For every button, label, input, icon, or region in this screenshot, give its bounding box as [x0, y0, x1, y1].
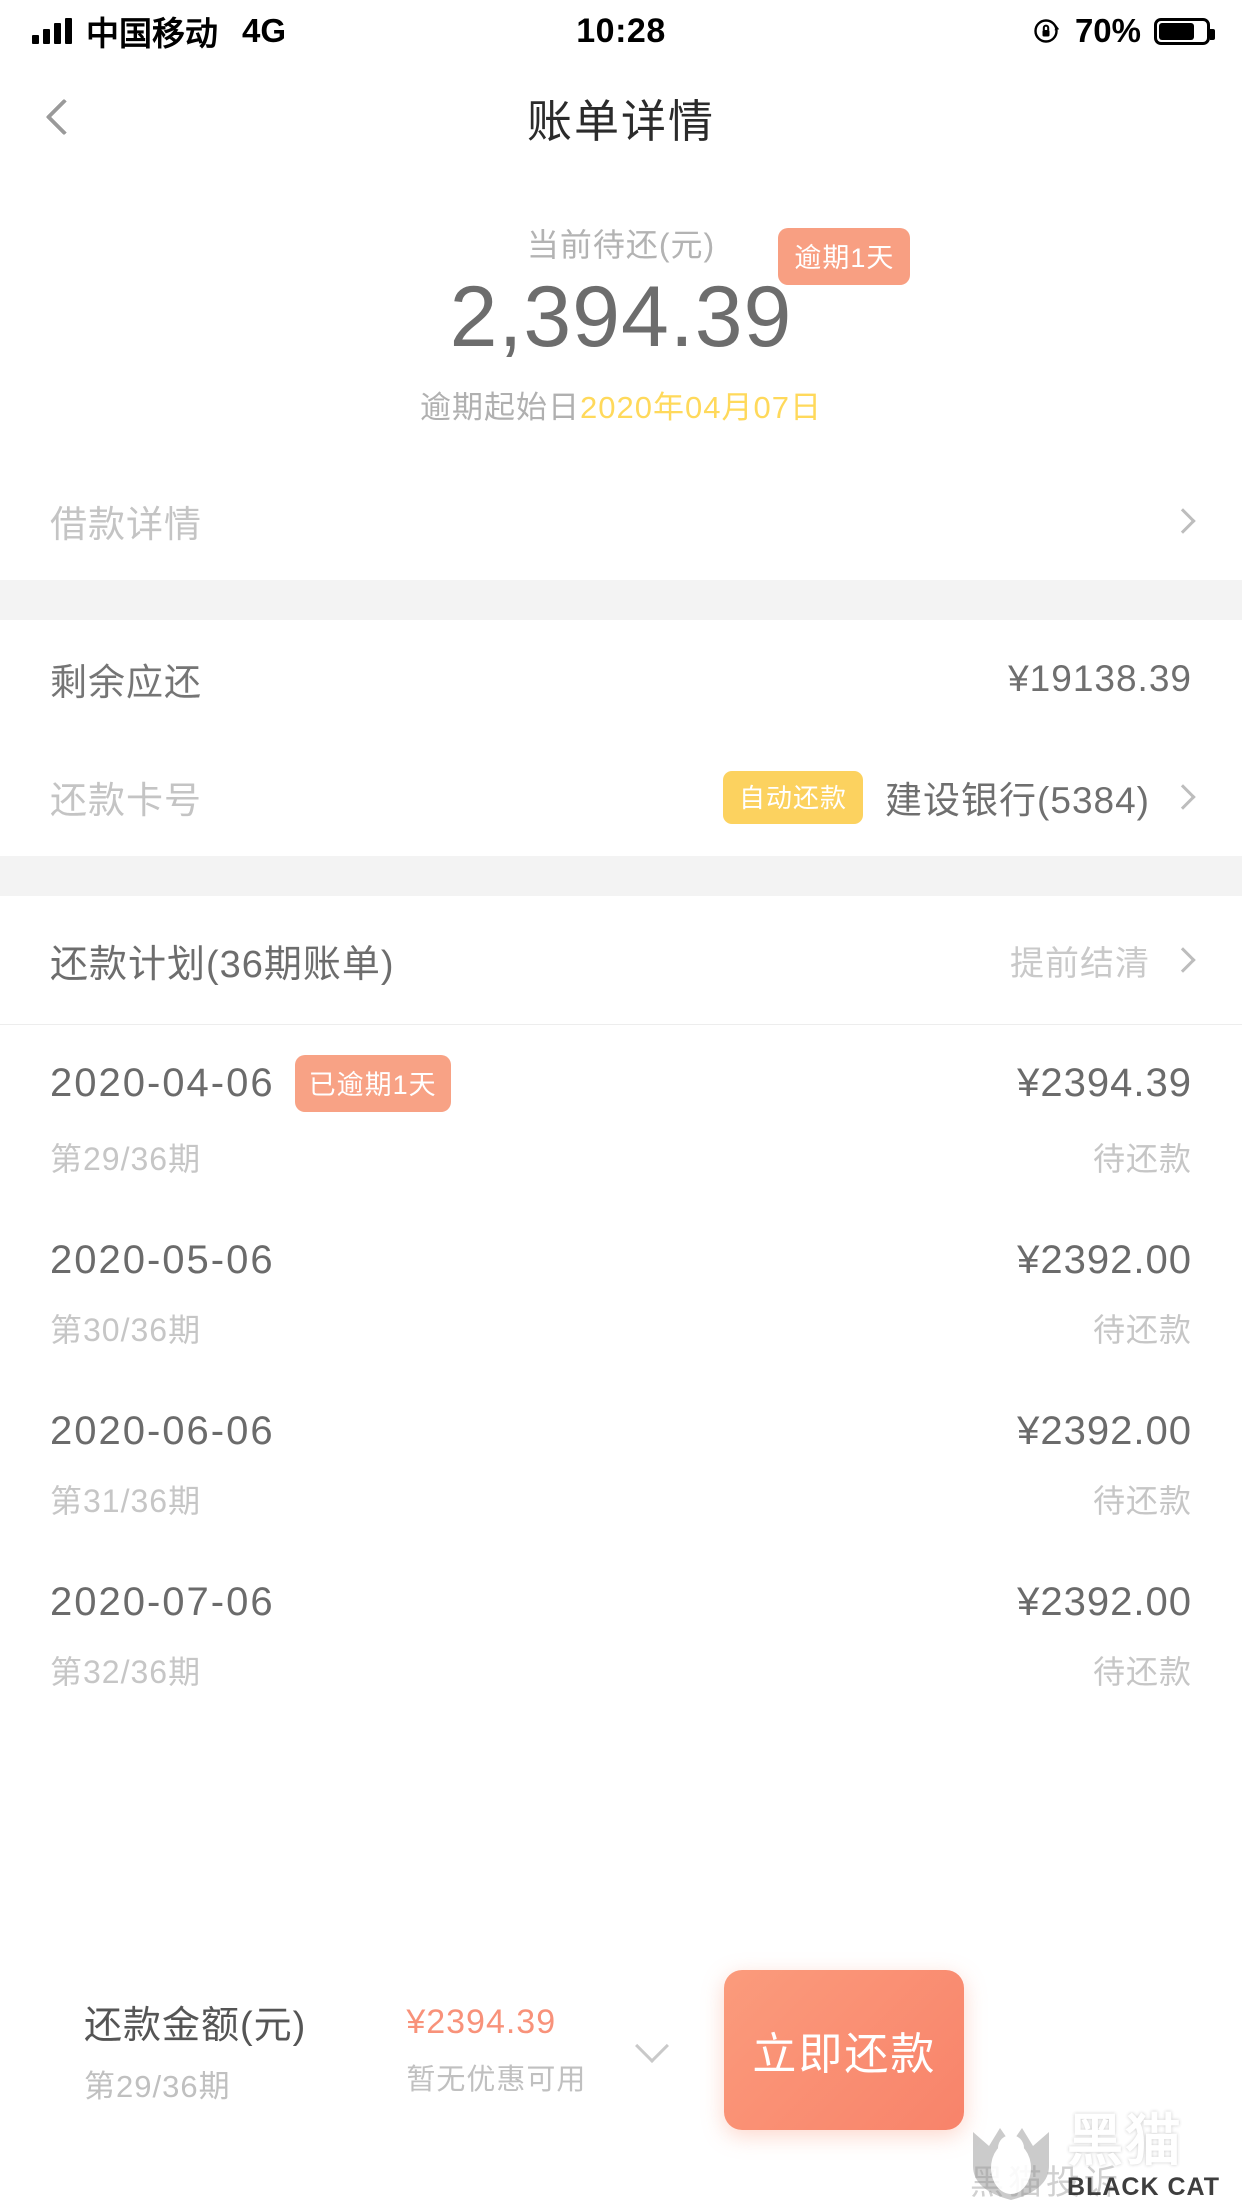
watermark-side-text: 黑猫投诉: [970, 2164, 1122, 2202]
repayment-amount-block: 还款金额(元) 第29/36期: [84, 1994, 306, 2106]
installment-term: 第29/36期: [50, 1141, 202, 1177]
network-type-label: 4G: [242, 12, 287, 49]
installment-date: 2020-04-06: [50, 1061, 275, 1105]
installment-overdue-badge: 已逾期1天: [294, 1055, 451, 1112]
chevron-down-icon[interactable]: [635, 2029, 670, 2063]
installment-top: 2020-07-06 ¥2392.00: [50, 1580, 1192, 1625]
status-bar-left: 中国移动 4G: [32, 7, 286, 55]
repayment-card-row[interactable]: 还款卡号 自动还款 建设银行(5384): [0, 738, 1242, 856]
early-settlement-label: 提前结清: [1010, 944, 1150, 983]
installment-top: 2020-06-06 ¥2392.00: [50, 1409, 1192, 1454]
installment-row[interactable]: 2020-05-06 ¥2392.00 第30/36期 待还款: [0, 1208, 1242, 1379]
repayment-card-right: 自动还款 建设银行(5384): [723, 770, 1196, 824]
installment-term: 第30/36期: [50, 1312, 202, 1348]
section-divider-2: [0, 856, 1242, 896]
repayment-amount-label: 还款金额(元): [84, 2005, 307, 2047]
loan-detail-label: 借款详情: [50, 504, 202, 545]
installment-bottom: 第32/36期 待还款: [50, 1647, 1192, 1693]
repayment-term-label: 第29/36期: [84, 2069, 231, 2104]
current-due-summary: 当前待还(元) 2,394.39 逾期1天 逾期起始日2020年04月07日: [0, 172, 1242, 462]
rotation-lock-icon: [1032, 16, 1062, 46]
remaining-due-row: 剩余应还 ¥19138.39: [0, 620, 1242, 738]
chevron-right-icon: [1170, 947, 1196, 973]
battery-percent-label: 70%: [1074, 12, 1141, 49]
current-due-label: 当前待还(元): [526, 227, 716, 263]
installment-term: 第31/36期: [50, 1483, 202, 1519]
repayment-value-block: ¥2394.39 暂无优惠可用: [406, 2003, 586, 2098]
status-bar: 中国移动 4G 10:28 70%: [0, 0, 1242, 62]
installment-status: 待还款: [1092, 1654, 1192, 1690]
installment-date: 2020-06-06: [50, 1409, 275, 1453]
chevron-left-icon: [45, 98, 83, 136]
chevron-right-icon: [1170, 508, 1196, 534]
section-divider: [0, 580, 1242, 620]
installment-status: 待还款: [1092, 1312, 1192, 1348]
loan-detail-right: [1170, 508, 1196, 534]
chevron-right-icon: [1170, 784, 1196, 810]
installment-amount: ¥2394.39: [1017, 1061, 1192, 1105]
remaining-due-value: ¥19138.39: [1008, 658, 1192, 699]
overdue-start-line: 逾期起始日2020年04月07日: [0, 382, 1242, 427]
status-bar-right: 70%: [1032, 12, 1215, 50]
installment-amount: ¥2392.00: [1017, 1580, 1192, 1624]
installment-status: 待还款: [1092, 1141, 1192, 1177]
repayment-action-bar: 还款金额(元) 第29/36期 ¥2394.39 暂无优惠可用 立即还款: [0, 1970, 1242, 2130]
watermark-en: BLACK CAT: [1067, 2173, 1220, 2201]
installment-date: 2020-07-06: [50, 1580, 275, 1624]
early-settlement-action[interactable]: 提前结清: [1010, 936, 1196, 985]
page-title: 账单详情: [526, 95, 715, 147]
navigation-bar: 账单详情: [0, 62, 1242, 172]
repayment-promo-note: 暂无优惠可用: [406, 2063, 587, 2096]
back-button[interactable]: [34, 87, 94, 147]
installment-amount: ¥2392.00: [1017, 1238, 1192, 1282]
overdue-start-date: 2020年04月07日: [580, 390, 822, 426]
loan-detail-row[interactable]: 借款详情: [0, 462, 1242, 580]
current-due-amount: 2,394.39: [449, 269, 793, 365]
overdue-badge: 逾期1天: [778, 228, 911, 285]
installment-date: 2020-05-06: [50, 1238, 275, 1282]
installment-bottom: 第30/36期 待还款: [50, 1305, 1192, 1351]
battery-icon: [1154, 17, 1215, 45]
signal-bars-icon: [32, 18, 72, 44]
installment-row[interactable]: 2020-04-06 已逾期1天 ¥2394.39 第29/36期 待还款: [0, 1025, 1242, 1208]
repayment-amount-value: ¥2394.39: [406, 2002, 557, 2041]
installment-amount: ¥2392.00: [1017, 1409, 1192, 1453]
pay-now-button[interactable]: 立即还款: [724, 1970, 965, 2130]
installment-status: 待还款: [1092, 1483, 1192, 1519]
repayment-card-value: 建设银行(5384): [885, 780, 1150, 821]
repayment-card-label: 还款卡号: [50, 780, 202, 821]
remaining-due-right: ¥19138.39: [1008, 658, 1192, 700]
installment-row[interactable]: 2020-07-06 ¥2392.00 第32/36期 待还款: [0, 1550, 1242, 1721]
current-due-amount-wrap: 2,394.39 逾期1天: [449, 228, 911, 365]
carrier-label: 中国移动: [86, 15, 218, 52]
repayment-plan-title: 还款计划(36期账单): [50, 943, 395, 986]
installment-term: 第32/36期: [50, 1654, 202, 1690]
installment-bottom: 第31/36期 待还款: [50, 1476, 1192, 1522]
repayment-plan-header: 还款计划(36期账单) 提前结清: [0, 896, 1242, 1024]
installment-top: 2020-04-06 已逾期1天 ¥2394.39: [50, 1055, 1192, 1112]
installment-row[interactable]: 2020-06-06 ¥2392.00 第31/36期 待还款: [0, 1379, 1242, 1550]
overdue-start-label: 逾期起始日: [420, 390, 581, 426]
remaining-due-label: 剩余应还: [50, 662, 202, 703]
auto-repay-badge: 自动还款: [723, 770, 864, 824]
installment-bottom: 第29/36期 待还款: [50, 1134, 1192, 1180]
installment-top: 2020-05-06 ¥2392.00: [50, 1238, 1192, 1283]
